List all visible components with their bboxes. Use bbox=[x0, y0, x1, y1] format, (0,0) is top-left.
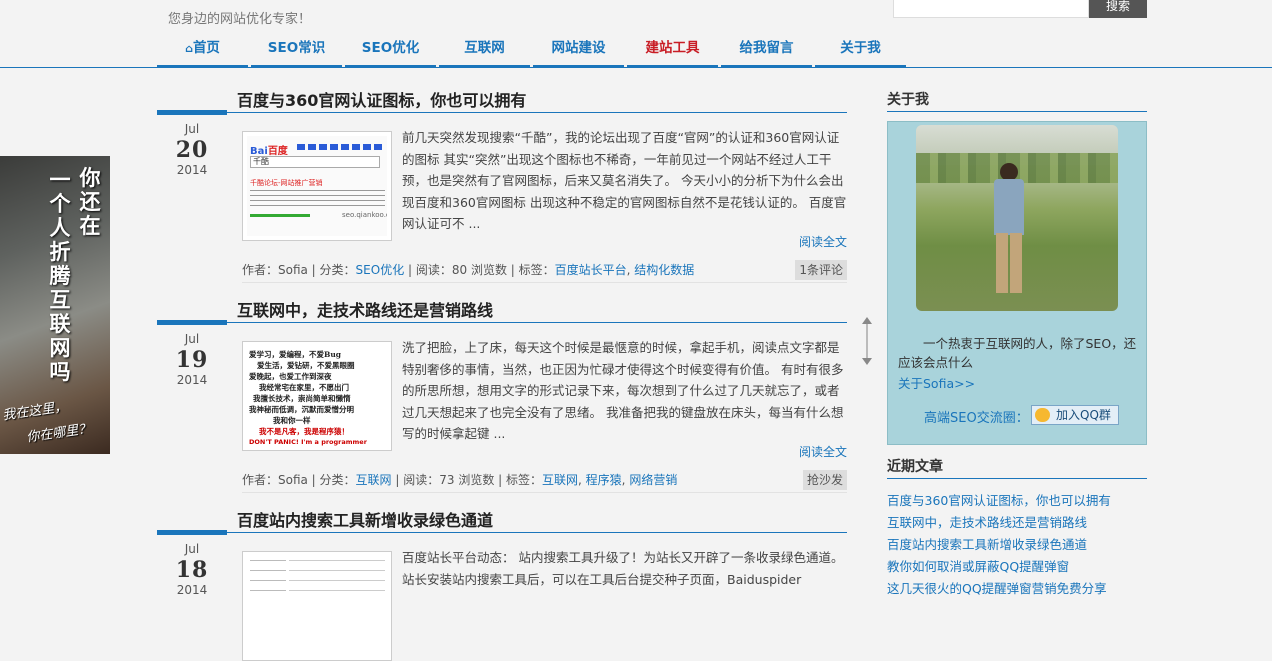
title-divider bbox=[157, 532, 847, 533]
header-divider bbox=[0, 67, 1272, 68]
qq-group-label: 高端SEO交流圈： bbox=[924, 411, 1029, 426]
date-year: 2014 bbox=[176, 373, 208, 387]
post-meta: 作者：Sofia | 分类：互联网 | 阅读：73 浏览数 | 标签：互联网, … bbox=[242, 473, 678, 487]
about-link[interactable]: 关于Sofia>> bbox=[898, 373, 975, 392]
nav-guestbook[interactable]: 给我留言 bbox=[721, 34, 812, 67]
author-photo bbox=[916, 125, 1118, 311]
category-link[interactable]: SEO优化 bbox=[356, 263, 405, 277]
recent-posts-list: 百度与360官网认证图标，你也可以拥有 互联网中，走技术路线还是营销路线 百度站… bbox=[887, 490, 1147, 600]
date-month: Jul bbox=[184, 332, 200, 346]
scroll-widget[interactable] bbox=[862, 255, 872, 395]
nav-about[interactable]: 关于我 bbox=[815, 34, 906, 67]
post-title[interactable]: 互联网中，走技术路线还是营销路线 bbox=[237, 297, 493, 321]
scroll-down-icon[interactable] bbox=[862, 358, 872, 365]
about-box: 一个热衷于互联网的人，除了SEO，还应该会点什么 关于Sofia>> 高端SEO… bbox=[887, 121, 1147, 445]
tag-link[interactable]: 结构化数据 bbox=[634, 263, 694, 277]
post-title[interactable]: 百度站内搜索工具新增收录绿色通道 bbox=[237, 507, 493, 531]
post-thumbnail[interactable]: 爱学习，爱编程，不爱Bug 爱生活，爱钻研，不爱黑眼圈 爱晚起，也爱工作到深夜 … bbox=[242, 341, 392, 451]
ad-handwriting-2: 你在哪里？ bbox=[25, 421, 93, 446]
post-excerpt: 洗了把脸，上了床，每天这个时候是最惬意的时候，拿起手机，阅读点文字都是特别奢侈的… bbox=[402, 340, 844, 442]
nav-internet[interactable]: 互联网 bbox=[439, 34, 530, 67]
tag-link[interactable]: 网络营销 bbox=[629, 473, 677, 487]
read-more-link[interactable]: 阅读全文 bbox=[799, 443, 847, 460]
post-title[interactable]: 百度与360官网认证图标，你也可以拥有 bbox=[237, 87, 526, 111]
date-month: Jul bbox=[184, 542, 200, 556]
ad-text-col2: 一个人折腾互联网吗 bbox=[49, 168, 71, 384]
comment-count[interactable]: 1条评论 bbox=[795, 260, 847, 280]
nav-home[interactable]: ⌂首页 bbox=[157, 34, 248, 67]
scroll-track bbox=[866, 324, 868, 358]
nav-seo-basics[interactable]: SEO常识 bbox=[251, 34, 342, 67]
post-meta: 作者：Sofia | 分类：SEO优化 | 阅读：80 浏览数 | 标签：百度站… bbox=[242, 263, 695, 277]
ad-handwriting-1: 我在这里， bbox=[1, 399, 69, 424]
nav-web-building[interactable]: 网站建设 bbox=[533, 34, 624, 67]
post-item: 百度站内搜索工具新增收录绿色通道 Jul 18 2014 百度站长平台动态： 站… bbox=[157, 507, 847, 661]
tag-link[interactable]: 互联网 bbox=[542, 473, 578, 487]
date-day: 20 bbox=[175, 137, 209, 163]
sidebar-about-title: 关于我 bbox=[887, 92, 929, 108]
site-slogan: 您身边的网站优化专家！ bbox=[168, 12, 312, 27]
recent-post-link[interactable]: 互联网中，走技术路线还是营销路线 bbox=[887, 512, 1147, 534]
post-excerpt: 前几天突然发现搜索“千酷”，我的论坛出现了百度“官网”的认证和360官网认证的图… bbox=[402, 130, 847, 232]
date-bar bbox=[157, 320, 227, 325]
date-month: Jul bbox=[184, 122, 200, 136]
title-divider bbox=[157, 112, 847, 113]
scroll-up-icon[interactable] bbox=[862, 317, 872, 324]
sidebar-recent-title: 近期文章 bbox=[887, 459, 943, 475]
sidebar-divider bbox=[887, 111, 1147, 112]
post-excerpt: 百度站长平台动态： 站内搜索工具升级了！为站长又开辟了一条收录绿色通道。站长安装… bbox=[402, 550, 844, 587]
join-qq-group-button[interactable]: 加入QQ群 bbox=[1031, 405, 1119, 425]
post-item: 百度与360官网认证图标，你也可以拥有 Jul 20 2014 Bai百度 千酷… bbox=[157, 87, 847, 287]
category-link[interactable]: 互联网 bbox=[356, 473, 392, 487]
tag-link[interactable]: 百度站长平台 bbox=[555, 263, 627, 277]
tag-link[interactable]: 程序猿 bbox=[586, 473, 622, 487]
meta-divider bbox=[242, 282, 847, 283]
post-thumbnail[interactable] bbox=[242, 551, 392, 661]
comment-count[interactable]: 抢沙发 bbox=[802, 470, 847, 490]
nav-seo-optimization[interactable]: SEO优化 bbox=[345, 34, 436, 67]
date-year: 2014 bbox=[176, 583, 208, 597]
home-icon: ⌂ bbox=[185, 42, 193, 55]
meta-divider bbox=[242, 492, 847, 493]
title-divider bbox=[157, 322, 847, 323]
search-button[interactable]: 搜索 bbox=[1089, 0, 1147, 18]
recent-post-link[interactable]: 教你如何取消或屏蔽QQ提醒弹窗 bbox=[887, 556, 1147, 578]
date-bar bbox=[157, 110, 227, 115]
read-more-link[interactable]: 阅读全文 bbox=[799, 233, 847, 250]
recent-post-link[interactable]: 百度与360官网认证图标，你也可以拥有 bbox=[887, 490, 1147, 512]
search-input[interactable] bbox=[893, 0, 1089, 18]
post-thumbnail[interactable]: Bai百度 千酷 千酷论坛-网站推广营销 seo.qiankoo.com bbox=[242, 131, 392, 241]
post-item: 互联网中，走技术路线还是营销路线 Jul 19 2014 爱学习，爱编程，不爱B… bbox=[157, 297, 847, 497]
qq-group-icon bbox=[1035, 408, 1050, 422]
main-nav: ⌂首页 SEO常识 SEO优化 互联网 网站建设 建站工具 给我留言 关于我 bbox=[157, 34, 909, 68]
sidebar-divider bbox=[887, 478, 1147, 479]
about-text: 一个热衷于互联网的人，除了SEO，还应该会点什么 bbox=[898, 336, 1137, 370]
ad-text-col1: 你还在 bbox=[79, 166, 101, 238]
date-day: 18 bbox=[175, 557, 209, 583]
nav-site-tools[interactable]: 建站工具 bbox=[627, 34, 718, 67]
date-year: 2014 bbox=[176, 163, 208, 177]
recent-post-link[interactable]: 百度站内搜索工具新增收录绿色通道 bbox=[887, 534, 1147, 556]
date-day: 19 bbox=[175, 347, 209, 373]
recent-post-link[interactable]: 这几天很火的QQ提醒弹窗营销免费分享 bbox=[887, 578, 1147, 600]
left-floating-ad[interactable]: 你还在 一个人折腾互联网吗 我在这里， 你在哪里？ bbox=[0, 156, 110, 454]
date-bar bbox=[157, 530, 227, 535]
